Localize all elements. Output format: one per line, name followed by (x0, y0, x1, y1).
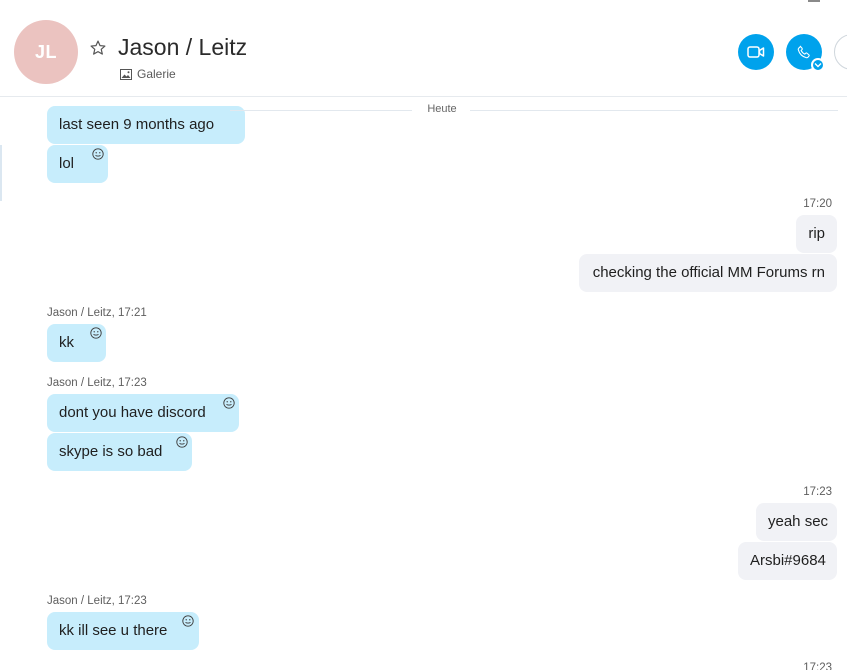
chevron-down-icon[interactable] (811, 58, 825, 72)
outgoing-message[interactable]: checking the official MM Forums rn (579, 254, 837, 292)
message-meta: Jason / Leitz, 17:21 (47, 307, 147, 319)
message-text: kk ill see u there (59, 622, 168, 639)
gallery-label: Galerie (137, 67, 176, 81)
message-timestamp: 17:23 (803, 486, 832, 498)
message-text: skype is so bad (59, 443, 163, 460)
day-separator: Heute (230, 103, 838, 117)
incoming-message[interactable]: lol (47, 145, 108, 183)
day-label: Heute (427, 103, 457, 115)
outgoing-message[interactable]: yeah sec (756, 503, 837, 541)
message-timestamp: 17:23 (803, 662, 832, 670)
message-text: dont you have discord (59, 404, 206, 421)
incoming-message[interactable]: dont you have discord (47, 394, 239, 432)
message-timestamp: 17:20 (803, 198, 832, 210)
smiley-react-icon[interactable] (182, 615, 194, 627)
smiley-react-icon[interactable] (223, 397, 235, 409)
gallery-link[interactable]: Galerie (120, 67, 176, 81)
contact-avatar[interactable]: JL (14, 20, 78, 84)
message-meta: Jason / Leitz, 17:23 (47, 595, 147, 607)
audio-call-button[interactable] (786, 34, 825, 72)
message-text: last seen 9 months ago (59, 116, 215, 133)
message-text: kk (59, 334, 74, 351)
minimize-icon[interactable] (808, 0, 820, 2)
outgoing-message[interactable]: rip (796, 215, 837, 253)
incoming-message[interactable]: kk ill see u there (47, 612, 199, 650)
chat-header: JL Jason / Leitz Galerie (0, 0, 847, 97)
message-meta: Jason / Leitz, 17:23 (47, 377, 147, 389)
scroll-indicator (0, 145, 2, 201)
incoming-message[interactable]: skype is so bad (47, 433, 192, 471)
smiley-react-icon[interactable] (92, 148, 104, 160)
outgoing-message[interactable]: Arsbi#9684 (738, 542, 837, 580)
incoming-message[interactable]: last seen 9 months ago (47, 106, 245, 144)
message-text: lol (59, 155, 75, 172)
message-text: yeah sec (768, 513, 829, 530)
smiley-react-icon[interactable] (176, 436, 188, 448)
video-camera-icon (747, 46, 765, 58)
incoming-message[interactable]: kk (47, 324, 106, 362)
message-text: Arsbi#9684 (750, 552, 826, 569)
add-people-button[interactable] (834, 34, 847, 70)
smiley-react-icon[interactable] (90, 327, 102, 339)
video-call-button[interactable] (738, 34, 774, 70)
star-icon[interactable] (89, 39, 107, 57)
message-text: checking the official MM Forums rn (592, 264, 825, 281)
conversation-title[interactable]: Jason / Leitz (118, 34, 247, 61)
message-text: rip (808, 225, 825, 242)
image-icon (120, 68, 132, 80)
divider (470, 110, 838, 111)
divider (230, 110, 412, 111)
phone-icon (797, 45, 810, 59)
